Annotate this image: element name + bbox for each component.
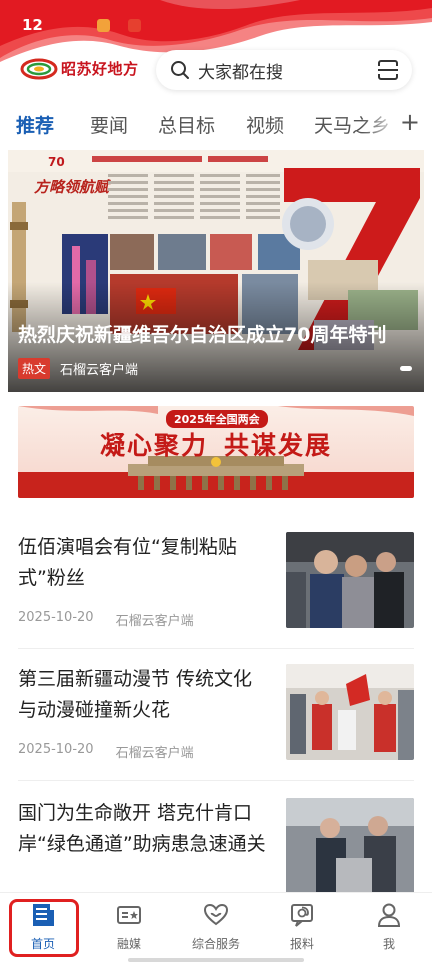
hero-title[interactable]: 热烈庆祝新疆维吾尔自治区成立70周年特刊 — [18, 320, 386, 347]
news-meta: 2025-10-20 石榴云客户端 — [18, 742, 194, 761]
news-date: 2025-10-20 — [18, 610, 94, 625]
news-meta: 2025-10-20 石榴云客户端 — [18, 610, 194, 629]
heart-hands-icon — [203, 903, 229, 926]
nav-label: 融媒 — [116, 937, 141, 951]
news-source: 石榴云客户端 — [115, 614, 194, 629]
news-item[interactable]: 伍佰演唱会有位“复制粘贴式”粉丝 2025-10-20 石榴云客户端 — [18, 532, 414, 664]
search-icon — [171, 61, 189, 79]
logo-swirl-icon — [20, 58, 58, 80]
tab-headlines[interactable]: 要闻 — [90, 111, 128, 138]
list-divider — [18, 780, 414, 781]
tab-recommend[interactable]: 推荐 — [16, 111, 54, 138]
carousel-indicator — [400, 366, 412, 371]
hero-meta: 热文 石榴云客户端 — [18, 358, 138, 379]
hero-carousel[interactable]: 70 方略领航赋 热烈庆祝新疆维吾尔自治区成立70周年特刊 热文 石榴云客户端 — [8, 150, 424, 392]
list-divider — [18, 648, 414, 649]
channel-tabs: 推荐 要闻 总目标 视频 天马之乡 + — [0, 100, 432, 146]
carousel-dot — [400, 366, 412, 371]
add-channel-icon[interactable]: + — [400, 110, 420, 134]
logo-text: 昭苏好地方 — [61, 59, 139, 78]
home-highlight-box — [9, 899, 79, 957]
bottom-navigation: 首页 融媒 综合服务 报料 我 — [0, 892, 432, 964]
app-logo[interactable]: 昭苏好地方 — [20, 56, 139, 80]
media-icon — [117, 906, 141, 924]
banner-title: 凝心聚力 共谋发展 — [18, 426, 414, 462]
search-bar[interactable]: 大家都在搜 — [156, 50, 412, 90]
news-item[interactable]: 第三届新疆动漫节 传统文化与动漫碰撞新火花 2025-10-20 石榴云客户端 — [18, 664, 414, 796]
hero-source: 石榴云客户端 — [60, 363, 139, 378]
notification-icon — [127, 18, 141, 32]
nav-services[interactable]: 综合服务 — [173, 899, 259, 952]
news-date: 2025-10-20 — [18, 742, 94, 757]
news-source: 石榴云客户端 — [115, 746, 194, 761]
news-thumbnail[interactable] — [286, 532, 414, 628]
app-header: 12 昭苏好地方 大家都在搜 — [0, 0, 432, 100]
status-time: 12 — [22, 16, 43, 34]
hero-slogan: 方略领航赋 — [34, 178, 112, 196]
nav-report[interactable]: 报料 — [259, 899, 345, 952]
tabs-fade — [362, 100, 402, 146]
two-sessions-banner[interactable]: 2025年全国两会 凝心聚力 共谋发展 — [18, 406, 414, 498]
news-title[interactable]: 伍佰演唱会有位“复制粘贴式”粉丝 — [18, 532, 270, 594]
tab-general-goal[interactable]: 总目标 — [158, 111, 215, 138]
status-bar: 12 — [22, 14, 141, 36]
banner-title-left: 凝心聚力 — [99, 431, 208, 460]
scan-icon[interactable] — [376, 58, 400, 82]
banner-title-right: 共谋发展 — [224, 431, 333, 460]
tab-video[interactable]: 视频 — [246, 111, 284, 138]
hot-tag-badge: 热文 — [18, 358, 51, 379]
nav-me[interactable]: 我 — [346, 899, 432, 952]
nav-media[interactable]: 融媒 — [86, 899, 172, 952]
home-indicator[interactable] — [128, 958, 304, 962]
nav-label: 我 — [382, 937, 395, 951]
search-placeholder: 大家都在搜 — [198, 62, 283, 83]
report-icon — [291, 904, 313, 927]
news-thumbnail[interactable] — [286, 664, 414, 760]
nav-label: 报料 — [289, 937, 314, 951]
hero-badge-number: 70 — [48, 155, 65, 169]
news-title[interactable]: 第三届新疆动漫节 传统文化与动漫碰撞新火花 — [18, 664, 270, 726]
news-thumbnail[interactable] — [286, 798, 414, 894]
news-title[interactable]: 国门为生命敞开 塔克什肯口岸“绿色通道”助病患急速通关 — [18, 798, 270, 860]
nav-label: 综合服务 — [191, 937, 240, 951]
user-icon — [377, 903, 401, 927]
notification-icon — [96, 18, 110, 32]
